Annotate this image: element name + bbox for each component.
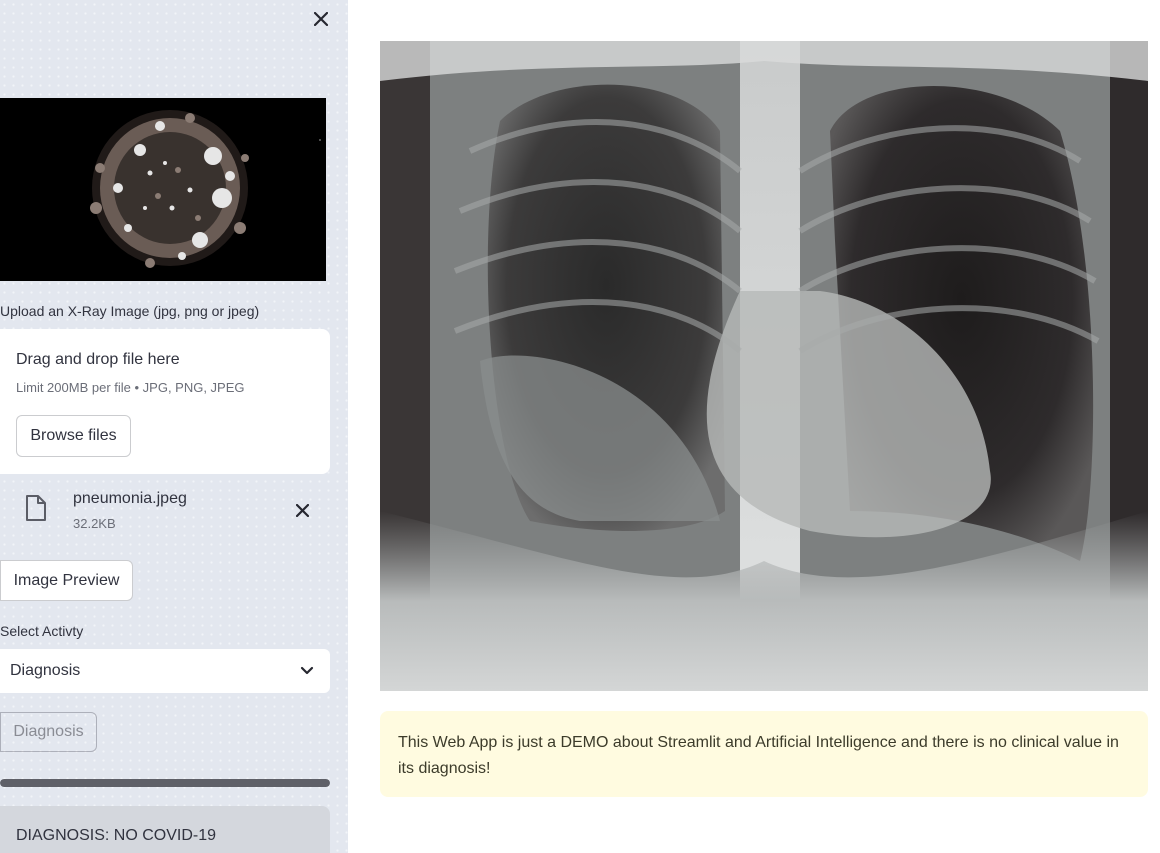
diagnosis-result: DIAGNOSIS: NO COVID-19 <box>0 806 330 853</box>
file-dropzone[interactable]: Drag and drop file here Limit 200MB per … <box>0 329 330 474</box>
file-size: 32.2KB <box>73 516 116 531</box>
remove-file-button[interactable] <box>292 500 312 520</box>
coronavirus-illustration <box>0 98 326 281</box>
activity-select[interactable]: Diagnosis <box>0 649 330 693</box>
diagnosis-button[interactable]: Diagnosis <box>0 712 97 752</box>
image-preview-button[interactable]: Image Preview <box>0 560 133 601</box>
sidebar-close-button[interactable] <box>310 8 332 30</box>
chest-xray-image <box>380 41 1148 691</box>
result-text: DIAGNOSIS: NO COVID-19 <box>16 827 217 844</box>
select-value: Diagnosis <box>10 662 81 679</box>
close-icon <box>314 12 328 26</box>
uploaded-file: pneumonia.jpeg 32.2KB <box>0 486 330 542</box>
progress-fill <box>0 779 330 787</box>
file-icon <box>26 495 46 521</box>
dropzone-title: Drag and drop file here <box>16 351 180 368</box>
browse-files-button[interactable]: Browse files <box>16 415 131 457</box>
progress-bar <box>0 779 330 787</box>
sidebar: Upload an X-Ray Image (jpg, png or jpeg)… <box>0 0 348 853</box>
upload-label: Upload an X-Ray Image (jpg, png or jpeg) <box>0 303 260 319</box>
file-name: pneumonia.jpeg <box>73 490 187 507</box>
disclaimer-warning: This Web App is just a DEMO about Stream… <box>380 711 1148 797</box>
select-activity-label: Select Activty <box>0 623 84 639</box>
dropzone-limit: Limit 200MB per file • JPG, PNG, JPEG <box>16 380 245 395</box>
close-icon <box>295 503 309 517</box>
chevron-down-icon <box>300 666 314 675</box>
warning-text: This Web App is just a DEMO about Stream… <box>398 734 1119 777</box>
